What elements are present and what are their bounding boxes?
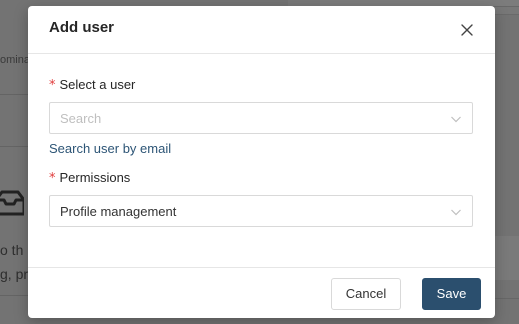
chevron-down-icon bbox=[450, 113, 462, 125]
permissions-label-text: Permissions bbox=[59, 170, 131, 185]
user-search-select[interactable]: Search bbox=[49, 102, 473, 134]
background-divider bbox=[0, 146, 28, 147]
background-divider bbox=[0, 94, 28, 95]
user-search-placeholder: Search bbox=[60, 111, 102, 126]
chevron-down-icon bbox=[450, 206, 462, 218]
select-user-label: * Select a user bbox=[49, 77, 135, 93]
search-user-by-email-link[interactable]: Search user by email bbox=[49, 141, 171, 156]
required-mark: * bbox=[49, 171, 56, 186]
background-text: g, pr bbox=[0, 266, 29, 282]
cancel-button[interactable]: Cancel bbox=[331, 278, 401, 310]
save-button[interactable]: Save bbox=[422, 278, 481, 310]
permissions-label: * Permissions bbox=[49, 170, 130, 186]
select-user-label-text: Select a user bbox=[59, 77, 136, 92]
modal-body: * Select a user Search Search user by ema… bbox=[28, 55, 495, 267]
required-mark: * bbox=[49, 78, 56, 93]
inbox-icon bbox=[0, 186, 26, 220]
background-divider bbox=[495, 298, 519, 299]
modal-header: Add user bbox=[28, 6, 495, 54]
background-divider bbox=[0, 295, 28, 296]
background-tab-label: omina bbox=[0, 54, 30, 66]
background-text: o th bbox=[0, 242, 24, 258]
permissions-select[interactable]: Profile management bbox=[49, 195, 473, 227]
close-icon[interactable] bbox=[460, 23, 474, 37]
modal-footer: Cancel Save bbox=[28, 267, 495, 318]
permissions-selected-value: Profile management bbox=[60, 204, 177, 219]
add-user-modal: Add user * Select a user Search Search us… bbox=[28, 6, 495, 318]
background-panel bbox=[495, 236, 519, 280]
modal-title: Add user bbox=[49, 19, 115, 36]
